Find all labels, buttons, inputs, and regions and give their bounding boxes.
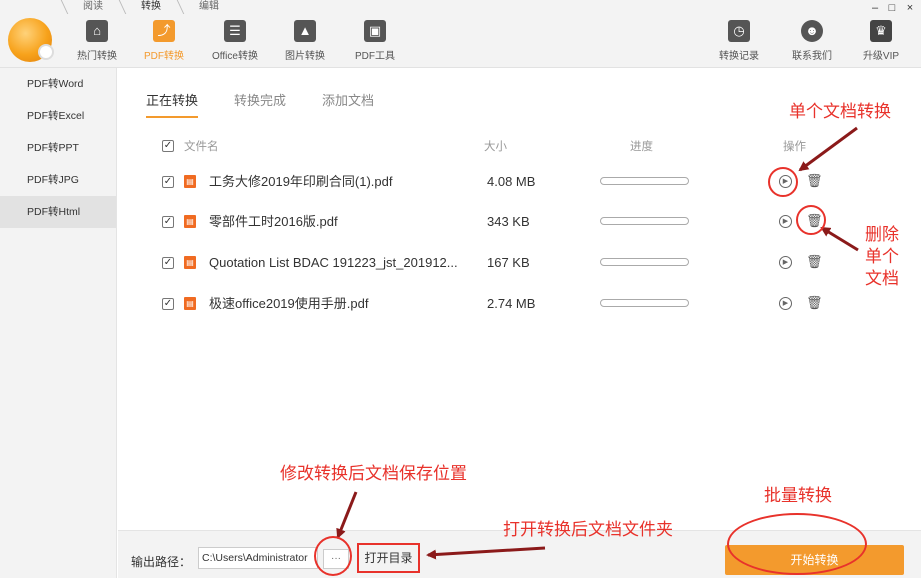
toolbox-icon: ▣ <box>364 20 386 42</box>
toolbar-label: Office转换 <box>212 51 258 62</box>
row-checkbox[interactable]: ✓ <box>162 298 174 310</box>
image-convert-icon: ▲ <box>294 20 316 42</box>
annotation-circle-browse <box>314 536 352 576</box>
pdf-file-icon: ▤ <box>184 256 196 269</box>
file-name: Quotation List BDAC 191223_jst_201912... <box>209 255 458 270</box>
toolbar-hot-convert[interactable]: ⌂ 热门转换 <box>64 20 130 64</box>
output-path-field[interactable]: C:\Users\Administrator <box>198 547 318 569</box>
convert-subtabs: 正在转换 转换完成 添加文档 <box>146 90 410 118</box>
open-directory-button[interactable]: 打开目录 <box>357 543 420 573</box>
toolbar-label: 热门转换 <box>77 51 117 62</box>
home-icon: ⌂ <box>86 20 108 42</box>
delete-trash-icon[interactable]: 🗑 <box>806 254 823 270</box>
progress-bar <box>600 258 689 266</box>
header-size: 大小 <box>484 141 507 153</box>
maximize-button[interactable]: □ <box>885 2 899 14</box>
sidebar-item-pdf-to-excel[interactable]: PDF转Excel <box>0 100 116 132</box>
crown-icon: ♛ <box>870 20 892 42</box>
file-table-header: ✓ 文件名 大小 进度 操作 <box>0 138 921 154</box>
pdf-file-icon: ▤ <box>184 297 196 310</box>
file-size: 4.08 MB <box>487 174 536 189</box>
toolbar-label: 升级VIP <box>862 51 900 62</box>
header-progress: 进度 <box>630 141 653 153</box>
tab-converted[interactable]: 转换完成 <box>234 90 286 118</box>
annotation-line: 单个 <box>865 247 899 266</box>
tab-add-document[interactable]: 添加文档 <box>322 90 374 118</box>
table-row: ✓ ▤ Quotation List BDAC 191223_jst_20191… <box>0 253 921 273</box>
file-name: 零部件工时2016版.pdf <box>209 214 338 229</box>
minimize-button[interactable]: – <box>868 2 882 14</box>
progress-bar <box>600 177 689 185</box>
annotation-circle-trash <box>796 205 826 235</box>
convert-play-icon[interactable]: ▶ <box>779 215 792 228</box>
toolbar-label: PDF转换 <box>144 51 184 62</box>
top-toolbar: 阅读 转换 编辑 ⌂ 热门转换 ⤴ PDF转换 ☰ Office转换 ▲ 图片转… <box>0 0 921 68</box>
table-row: ✓ ▤ 极速office2019使用手册.pdf 2.74 MB ▶ 🗑 <box>0 294 921 314</box>
progress-bar <box>600 217 689 225</box>
toolbar-upgrade-vip[interactable]: ♛ 升级VIP <box>848 20 914 64</box>
tab-convert[interactable]: 转换 <box>122 0 180 14</box>
annotation-change-save-location: 修改转换后文档保存位置 <box>280 464 467 483</box>
row-checkbox[interactable]: ✓ <box>162 176 174 188</box>
select-all-checkbox[interactable]: ✓ <box>162 140 174 152</box>
header-filename: 文件名 <box>184 141 219 153</box>
annotation-circle-start <box>727 513 867 575</box>
table-row: ✓ ▤ 零部件工时2016版.pdf 343 KB ▶ 🗑 <box>0 212 921 232</box>
toolbar-image-convert[interactable]: ▲ 图片转换 <box>272 20 338 64</box>
annotation-circle-play <box>768 167 798 197</box>
toolbar-label: PDF工具 <box>355 51 395 62</box>
toolbar-contact[interactable]: ☻ 联系我们 <box>779 20 845 64</box>
header-action: 操作 <box>783 141 806 153</box>
pdf-convert-icon: ⤴ <box>153 20 175 42</box>
row-checkbox[interactable]: ✓ <box>162 216 174 228</box>
app-logo-icon <box>8 18 54 62</box>
toolbar-office-convert[interactable]: ☰ Office转换 <box>202 20 268 64</box>
pdf-file-icon: ▤ <box>184 215 196 228</box>
sidebar-item-pdf-to-word[interactable]: PDF转Word <box>0 68 116 100</box>
toolbar-pdf-convert[interactable]: ⤴ PDF转换 <box>131 20 197 64</box>
tab-converting[interactable]: 正在转换 <box>146 90 199 118</box>
annotation-delete-single: 删除 单个 文档 <box>865 224 899 290</box>
close-button[interactable]: × <box>903 2 917 14</box>
convert-play-icon[interactable]: ▶ <box>779 256 792 269</box>
file-name: 工务大修2019年印刷合同(1).pdf <box>209 174 393 189</box>
tab-read[interactable]: 阅读 <box>64 0 122 14</box>
annotation-line: 文档 <box>865 269 899 288</box>
progress-bar <box>600 299 689 307</box>
toolbar-pdf-tools[interactable]: ▣ PDF工具 <box>342 20 408 64</box>
toolbar-label: 联系我们 <box>792 51 832 62</box>
tab-edit[interactable]: 编辑 <box>180 0 238 14</box>
delete-trash-icon[interactable]: 🗑 <box>806 173 823 189</box>
annotation-line: 删除 <box>865 225 899 244</box>
history-icon: ◷ <box>728 20 750 42</box>
file-name: 极速office2019使用手册.pdf <box>209 296 369 311</box>
annotation-open-folder: 打开转换后文档文件夹 <box>503 520 673 539</box>
annotation-batch-convert: 批量转换 <box>764 486 832 505</box>
support-icon: ☻ <box>801 20 823 42</box>
output-path-label: 输出路径： <box>131 555 192 569</box>
mode-tabs: 阅读 转换 编辑 <box>64 0 238 14</box>
toolbar-label: 图片转换 <box>285 51 325 62</box>
file-size: 343 KB <box>487 214 530 229</box>
toolbar-history[interactable]: ◷ 转换记录 <box>706 20 772 64</box>
pdf-file-icon: ▤ <box>184 175 196 188</box>
file-size: 2.74 MB <box>487 296 536 311</box>
office-convert-icon: ☰ <box>224 20 246 42</box>
delete-trash-icon[interactable]: 🗑 <box>806 295 823 311</box>
toolbar-label: 转换记录 <box>719 51 759 62</box>
file-size: 167 KB <box>487 255 530 270</box>
convert-play-icon[interactable]: ▶ <box>779 297 792 310</box>
row-checkbox[interactable]: ✓ <box>162 257 174 269</box>
annotation-single-convert: 单个文档转换 <box>789 102 891 121</box>
